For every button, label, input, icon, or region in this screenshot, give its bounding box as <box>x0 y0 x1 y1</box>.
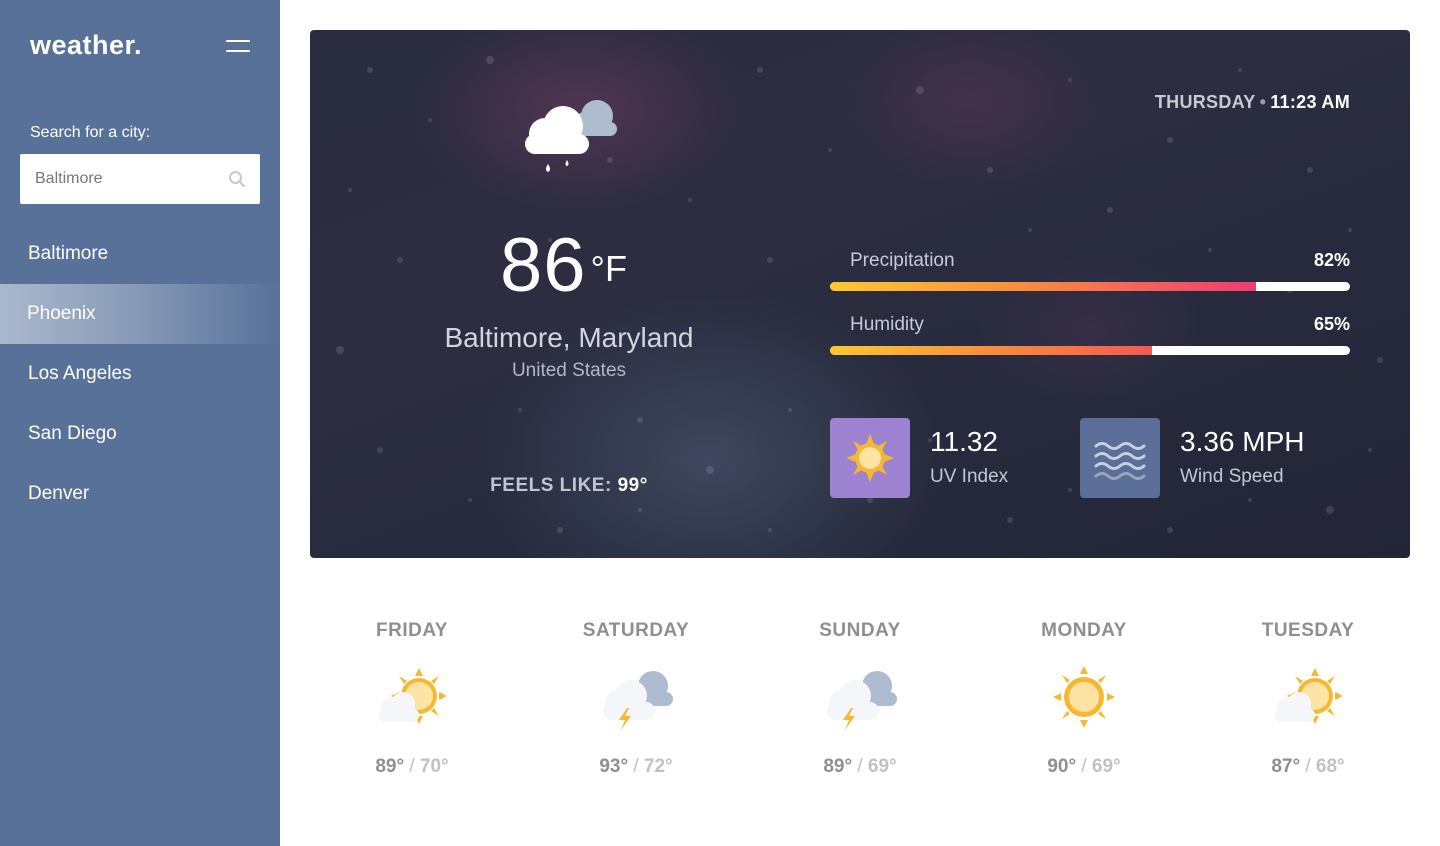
thunderstorm-icon <box>827 671 897 730</box>
forecast-low: 70° <box>419 756 449 777</box>
forecast-temp-separator: / <box>857 756 863 777</box>
wind-icon <box>1094 442 1146 480</box>
forecast-day-name: SATURDAY <box>582 620 690 641</box>
precipitation-label: Precipitation <box>850 250 955 271</box>
thunderstorm-icon <box>603 671 673 730</box>
humidity-track <box>830 346 1350 355</box>
uv-index-tile <box>830 418 910 498</box>
forecast-temp-separator: / <box>1081 756 1087 777</box>
forecast: FRIDAY 89° / 70° SATURDAY 93° / 72° SUND… <box>300 600 1420 800</box>
forecast-day-tuesday: TUESDAY 87° / 68° <box>1196 600 1420 778</box>
forecast-day-sunday: SUNDAY 89° / 69° <box>748 600 972 778</box>
feels-like-label: FEELS LIKE: <box>490 475 612 496</box>
search-box <box>20 154 260 204</box>
city-item-san-diego[interactable]: San Diego <box>0 404 280 464</box>
sun-icon <box>846 434 894 482</box>
feels-like: FEELS LIKE: 99° <box>310 475 828 497</box>
city-list: Baltimore Phoenix Los Angeles San Diego … <box>0 224 280 524</box>
partly-sunny-icon <box>1275 668 1343 724</box>
temperature-value: 86 <box>500 223 587 308</box>
forecast-day-friday: FRIDAY 89° / 70° <box>300 600 524 778</box>
forecast-day-name: TUESDAY <box>1261 620 1355 641</box>
forecast-low: 69° <box>867 756 897 777</box>
forecast-low: 72° <box>643 756 673 777</box>
humidity-value: 65% <box>1313 314 1350 334</box>
humidity-label: Humidity <box>850 314 924 335</box>
forecast-day-name: MONDAY <box>1041 620 1127 641</box>
humidity-fill <box>830 346 1153 355</box>
location-country: United States <box>511 360 627 381</box>
search-input[interactable] <box>20 154 220 204</box>
forecast-temps: 93° / 72° <box>524 756 748 778</box>
city-item-denver[interactable]: Denver <box>0 464 280 524</box>
forecast-high: 90° <box>1047 756 1077 777</box>
sidebar: weather. Search for a city: Baltimore Ph… <box>0 0 280 846</box>
current-date: THURSDAY • 11:23 AM <box>1155 92 1350 113</box>
forecast-low: 68° <box>1315 756 1345 777</box>
uv-index-label: UV Index <box>930 466 1009 487</box>
temperature-unit: °F <box>590 248 627 289</box>
partly-sunny-icon <box>379 668 447 724</box>
forecast-temps: 87° / 68° <box>1196 756 1420 778</box>
menu-icon[interactable] <box>224 38 252 56</box>
forecast-temps: 90° / 69° <box>972 756 1196 778</box>
forecast-temp-separator: / <box>1305 756 1311 777</box>
forecast-temps: 89° / 69° <box>748 756 972 778</box>
forecast-day-name: FRIDAY <box>376 620 448 641</box>
precipitation-value: 82% <box>1313 250 1350 270</box>
current-temperature: 86 °F <box>500 222 627 309</box>
rain-cloud-icon <box>525 100 617 172</box>
forecast-temp-separator: / <box>409 756 415 777</box>
date-separator: • <box>1259 92 1267 112</box>
current-time: 11:23 AM <box>1270 92 1350 112</box>
current-weather-card: THURSDAY • 11:23 AM 86 °F Baltimore, Maryla… <box>310 30 1410 558</box>
wind-speed-label: Wind Speed <box>1180 466 1284 487</box>
search-icon[interactable] <box>228 170 246 188</box>
forecast-high: 93° <box>599 756 629 777</box>
app-logo: weather. <box>30 30 143 60</box>
current-day: THURSDAY <box>1154 92 1256 112</box>
wind-speed-tile <box>1080 418 1160 498</box>
forecast-low: 69° <box>1091 756 1121 777</box>
forecast-day-monday: MONDAY 90° / 69° <box>972 600 1196 778</box>
feels-like-value: 99° <box>617 475 648 496</box>
city-item-los-angeles[interactable]: Los Angeles <box>0 344 280 404</box>
forecast-temps: 89° / 70° <box>300 756 524 778</box>
forecast-day-name: SUNDAY <box>819 620 901 641</box>
wind-speed-value: 3.36 MPH <box>1180 426 1305 457</box>
precipitation-fill <box>830 282 1257 291</box>
forecast-day-saturday: SATURDAY 93° / 72° <box>524 600 748 778</box>
city-item-baltimore[interactable]: Baltimore <box>0 224 280 284</box>
forecast-temp-separator: / <box>633 756 639 777</box>
sunny-icon <box>1053 666 1115 728</box>
uv-index-value: 11.32 <box>930 426 998 457</box>
forecast-high: 89° <box>375 756 405 777</box>
precipitation-track <box>830 282 1350 291</box>
city-item-phoenix[interactable]: Phoenix <box>0 284 280 344</box>
forecast-high: 89° <box>823 756 853 777</box>
search-label: Search for a city: <box>30 124 151 141</box>
location-name: Baltimore, Maryland <box>444 322 694 353</box>
forecast-high: 87° <box>1271 756 1301 777</box>
